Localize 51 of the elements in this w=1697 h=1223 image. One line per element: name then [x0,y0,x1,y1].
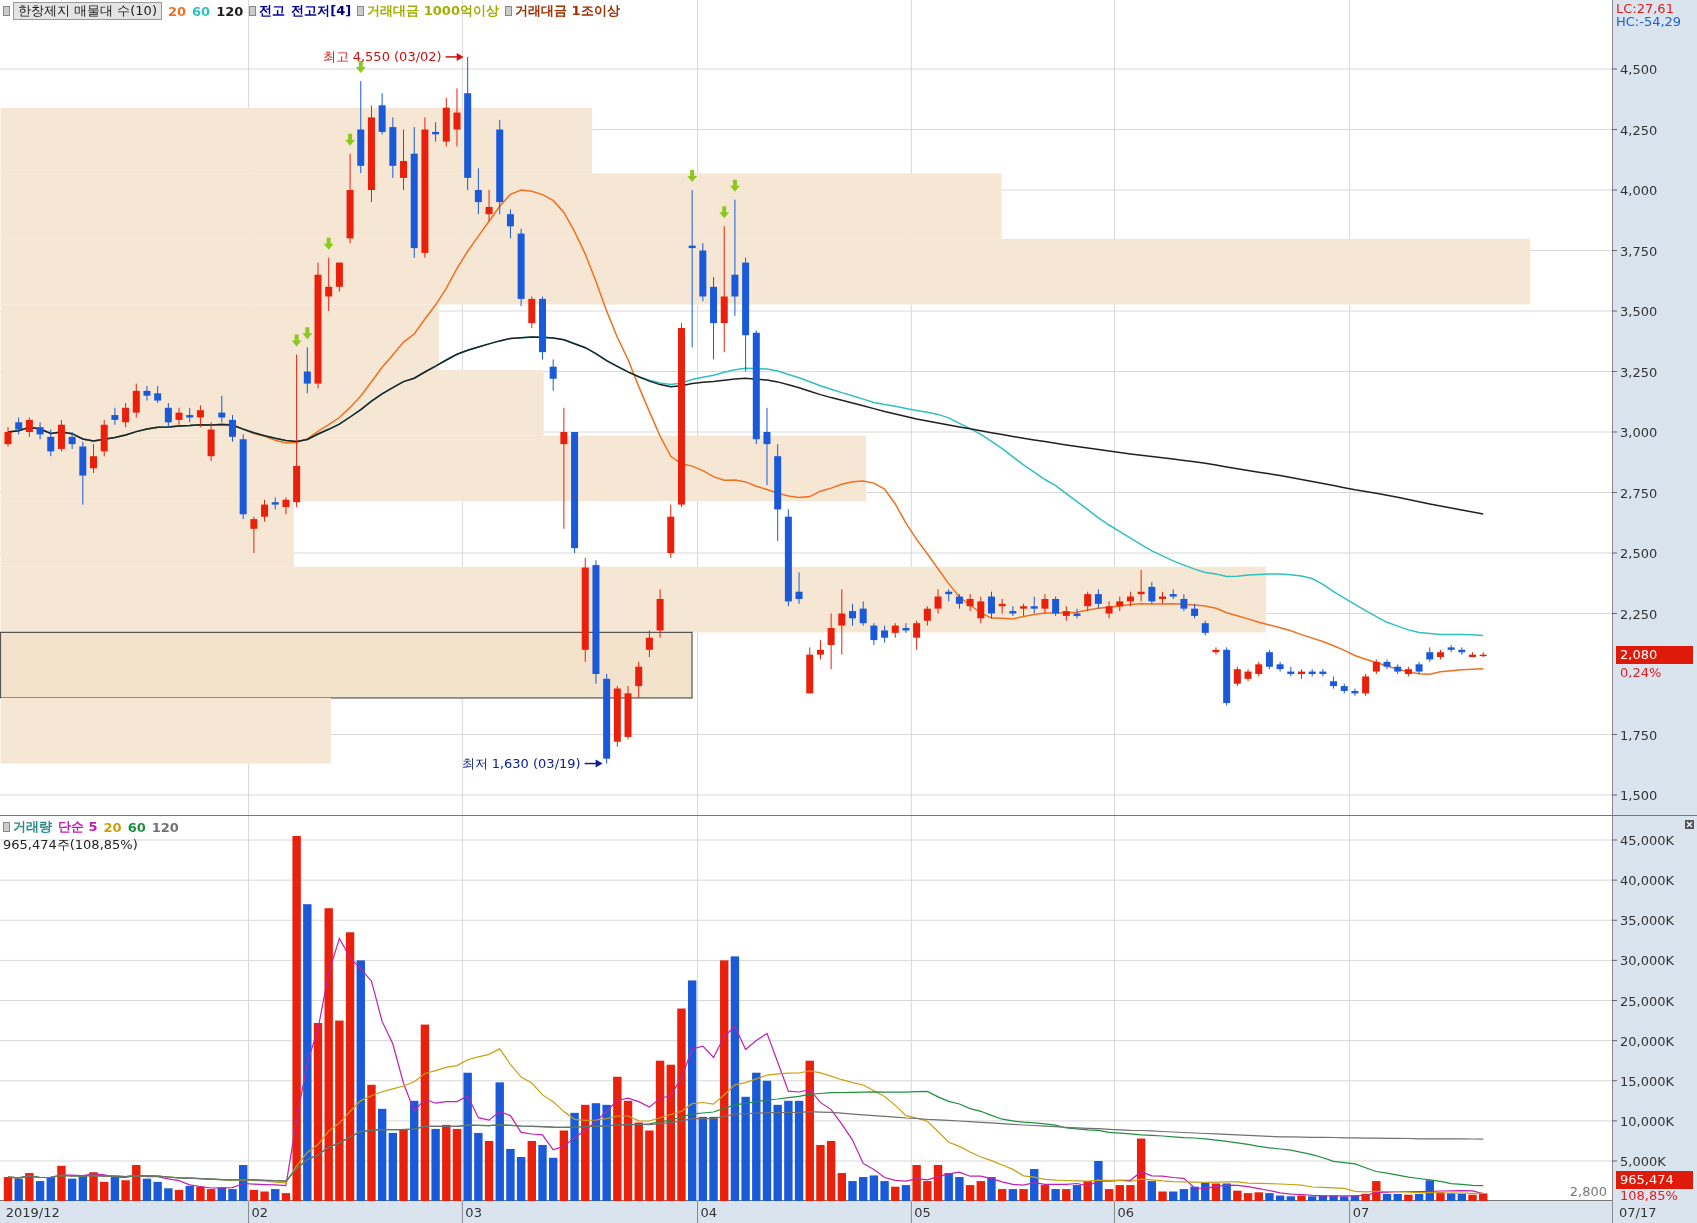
date-label: 05 [914,1205,931,1220]
date-label: 2019/12 [5,1205,60,1220]
legend-label: 60 [192,3,211,19]
axis-label: 3,750 [1620,243,1658,259]
volume-summary: 965,474주(108,85%) [3,836,138,854]
axis-label: 15,000K [1620,1073,1674,1089]
axis-label: 30,000K [1620,953,1674,969]
legend-label: 120 [151,819,179,835]
axis-label: 2,500 [1620,546,1658,561]
axis-label: 25,000K [1620,993,1674,1009]
axis-label: 10,000K [1620,1113,1674,1129]
legend-label: 거래대금 1000억이상 [367,2,499,20]
axis-label: 35,000K [1620,913,1674,929]
last-volume: 965,474 [1616,1171,1693,1189]
date-label: 04 [700,1205,718,1220]
axis-label: 3,250 [1620,364,1658,380]
axis-label: 40,000K [1620,873,1674,889]
lc-value: LC:27,61 [1616,1,1674,16]
axis-label: 4,000 [1620,183,1658,198]
price-label: 최고 4,550 (03/02) [322,48,442,64]
date-label: 02 [251,1205,269,1220]
price-label: 최저 1,630 (03/19) [461,755,581,771]
legend-label: 전고 [259,2,286,20]
axis-label: 4,500 [1620,62,1658,77]
legend-label: 전고저[4] [291,2,352,20]
axis-label: 1,750 [1620,727,1658,743]
date-label: 07/17 [1619,1204,1657,1220]
axis-label: 20,000K [1620,1033,1674,1049]
axis-label: 45,000K [1620,833,1674,848]
legend-label: 20 [103,819,122,835]
date-label: 03 [465,1205,482,1220]
hc-value: HC:-54,29 [1616,14,1682,29]
axis-label: 3,000 [1620,425,1658,440]
legend-label: 거래대금 1조이상 [514,2,620,20]
axis-label: 3,500 [1620,304,1658,319]
legend-label: 거래량 [13,818,52,836]
change-rate: 0,24% [1620,664,1662,680]
legend-label: 단순 5 [58,818,98,836]
indicator-button[interactable]: 한창제지 매물대 수(10) [13,2,162,20]
axis-label: 4,250 [1620,122,1658,138]
legend-label: 60 [127,819,146,835]
axis-label: 2,750 [1620,485,1658,501]
volume-change: 108,85% [1620,1188,1678,1201]
legend-label: 120 [216,3,244,19]
axis-label: 5,000K [1620,1154,1666,1169]
date-label: 07 [1352,1205,1370,1220]
legend-label: 20 [167,3,187,19]
axis-label: 1,500 [1620,788,1658,803]
date-label: 06 [1117,1205,1134,1220]
axis-label: 2,250 [1620,606,1658,622]
min-value-label: 2,800 [1569,1184,1607,1199]
